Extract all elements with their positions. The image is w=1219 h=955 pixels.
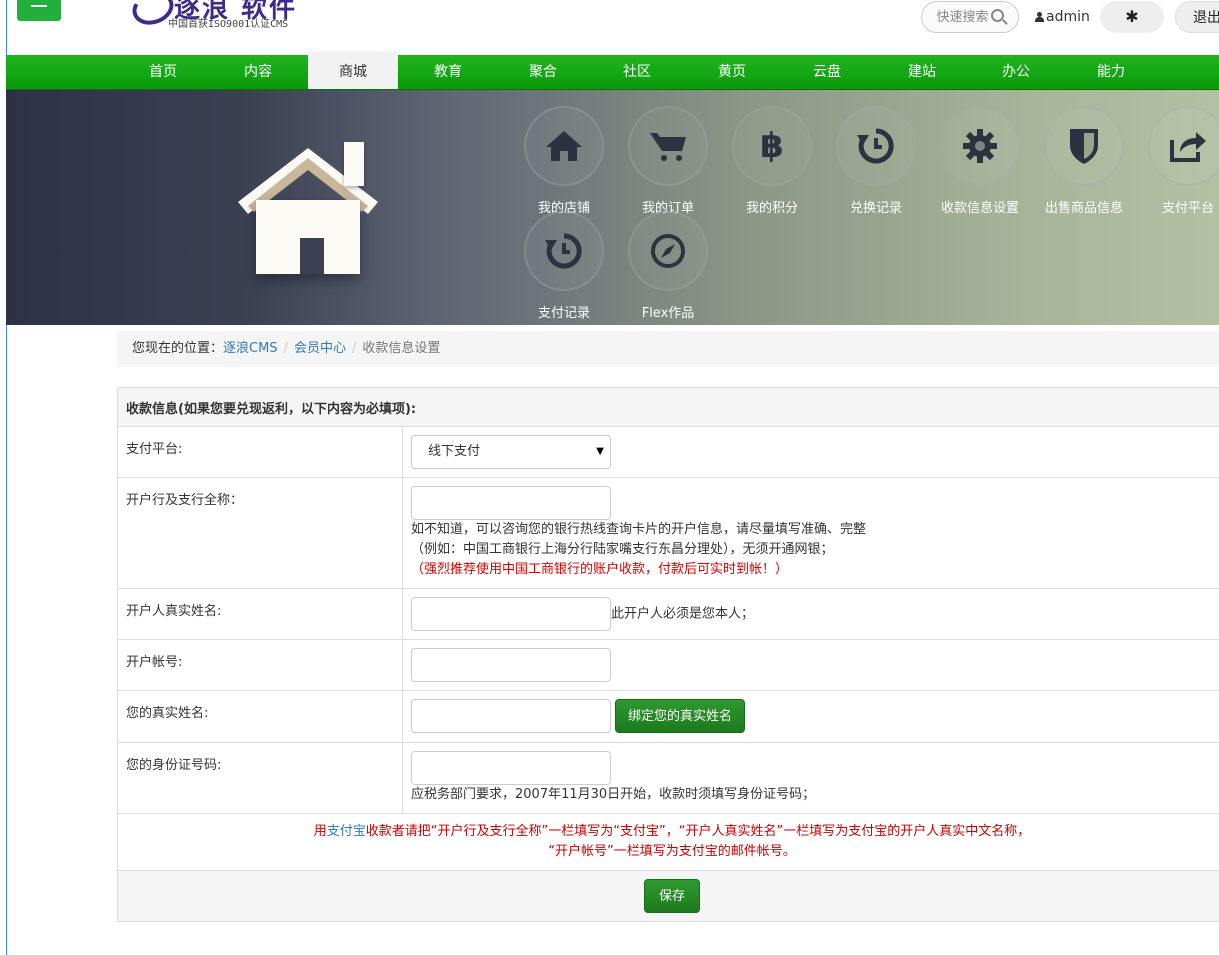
user-icon — [1035, 12, 1044, 22]
nav-item-content[interactable]: 内容 — [213, 55, 303, 89]
banner-link-payment-history[interactable]: 支付记录 — [512, 211, 616, 321]
banner-label: 收款信息设置 — [940, 201, 1019, 216]
banner-label: 支付记录 — [537, 306, 590, 321]
nav-item-site-builder[interactable]: 建站 — [877, 55, 967, 89]
bitcoin-icon: ฿ — [732, 106, 812, 186]
banner-label: 出售商品信息 — [1044, 201, 1123, 216]
banner-link-sell-products[interactable]: 出售商品信息 — [1032, 106, 1136, 216]
home-icon — [524, 106, 604, 186]
banner-label: 我的积分 — [745, 201, 798, 216]
logo-subtitle: 中国首获ISO9001认证CMS — [168, 19, 289, 30]
gear-icon: ✱ — [1125, 7, 1139, 26]
alipay-note-part-2: 收款者请把“开户行及支行全称”一栏填写为“支付宝”，“开户人真实姓名”一栏填写为… — [365, 824, 1031, 839]
member-banner: 我的店铺 我的订单 ฿ 我的积分 兑换记录 收款信息设置 出售商品信息 支付平台… — [6, 90, 1219, 325]
banner-link-exchange-history[interactable]: 兑换记录 — [824, 106, 928, 216]
breadcrumb: 您现在的位置：逐浪CMS / 会员中心 / 收款信息设置 — [117, 331, 1219, 367]
bank-name-help-recommend: （强烈推荐使用中国工商银行的账户收款，付款后可实时到帐！） — [411, 562, 789, 577]
real-name-input[interactable] — [411, 699, 611, 733]
breadcrumb-current: 收款信息设置 — [362, 341, 441, 356]
save-button[interactable]: 保存 — [643, 879, 700, 913]
bank-name-input[interactable] — [411, 486, 611, 520]
nav-item-office[interactable]: 办公 — [971, 55, 1061, 89]
nav-item-yellowpages[interactable]: 黄页 — [687, 55, 777, 89]
banner-label: 兑换记录 — [849, 201, 902, 216]
id-number-label: 您的身份证号码: — [117, 742, 403, 814]
form-section-title: 收款信息(如果您要兑现返利，以下内容为必填项): — [117, 387, 1219, 427]
banner-link-flex-works[interactable]: Flex作品 — [616, 211, 720, 321]
alipay-note: 用支付宝收款者请把“开户行及支行全称”一栏填写为“支付宝”，“开户人真实姓名”一… — [117, 813, 1219, 871]
account-holder-input[interactable] — [411, 597, 611, 631]
username: admin — [1046, 9, 1090, 25]
alipay-link[interactable]: 支付宝 — [327, 824, 366, 839]
bind-real-name-button[interactable]: 绑定您的真实姓名 — [615, 699, 746, 733]
dropdown-arrow-icon: ▼ — [596, 446, 604, 457]
nav-item-aggregate[interactable]: 聚合 — [498, 55, 588, 89]
menu-toggle-button[interactable] — [17, 0, 61, 21]
hamburger-icon — [31, 5, 47, 7]
payment-platform-label: 支付平台: — [117, 426, 403, 478]
shield-icon — [1044, 106, 1124, 186]
house-illustration — [228, 140, 388, 280]
banner-link-payment-platform[interactable]: 支付平台 — [1136, 106, 1219, 216]
banner-link-my-orders[interactable]: 我的订单 — [616, 106, 720, 216]
alipay-note-part-1: 用 — [313, 824, 327, 839]
gear-icon — [940, 106, 1020, 186]
account-number-label: 开户帐号: — [117, 639, 403, 691]
id-number-help: 应税务部门要求，2007年11月30日开始，收款时须填写身份证号码； — [411, 787, 816, 802]
history-icon — [524, 211, 604, 291]
account-holder-label: 开户人真实姓名: — [117, 588, 403, 640]
banner-link-my-points[interactable]: ฿ 我的积分 — [720, 106, 824, 216]
payment-platform-selected: 线下支付 — [428, 444, 481, 459]
banner-label: 支付平台 — [1161, 201, 1214, 216]
banner-label: Flex作品 — [641, 306, 695, 321]
nav-item-cloud-disk[interactable]: 云盘 — [782, 55, 872, 89]
user-menu[interactable]: admin — [1035, 9, 1090, 25]
breadcrumb-prefix: 您现在的位置： — [132, 341, 224, 356]
nav-item-education[interactable]: 教育 — [403, 55, 493, 89]
alipay-note-line-2: “开户帐号”一栏填写为支付宝的邮件帐号。 — [548, 844, 796, 859]
breadcrumb-link-home[interactable]: 逐浪CMS — [223, 341, 278, 356]
banner-link-payment-settings[interactable]: 收款信息设置 — [928, 106, 1032, 216]
compass-icon — [628, 211, 708, 291]
save-row: 保存 — [117, 870, 1219, 922]
cart-icon — [628, 106, 708, 186]
payment-info-form: 收款信息(如果您要兑现返利，以下内容为必填项): 支付平台: 线下支付 ▼ 开户… — [117, 387, 1219, 922]
main-nav: 首页 内容 商城 教育 聚合 社区 黄页 云盘 建站 办公 能力 — [6, 51, 1219, 90]
account-number-input[interactable] — [411, 648, 611, 682]
account-holder-help: 此开户人必须是您本人； — [611, 606, 755, 622]
nav-item-community[interactable]: 社区 — [592, 55, 682, 89]
breadcrumb-separator: / — [283, 341, 288, 356]
quick-search-label: 快速搜索 — [936, 10, 989, 25]
settings-button[interactable]: ✱ — [1100, 1, 1164, 33]
id-number-input[interactable] — [411, 751, 611, 785]
nav-item-shop[interactable]: 商城 — [308, 51, 398, 89]
banner-link-my-store[interactable]: 我的店铺 — [512, 106, 616, 216]
breadcrumb-separator: / — [351, 341, 357, 356]
real-name-label: 您的真实姓名: — [117, 690, 403, 743]
bank-name-label: 开户行及支行全称： — [117, 477, 403, 589]
logout-button[interactable]: 退出 — [1175, 1, 1219, 33]
payment-platform-select[interactable]: 线下支付 ▼ — [411, 435, 611, 469]
breadcrumb-link-member-center[interactable]: 会员中心 — [294, 341, 346, 356]
nav-item-home[interactable]: 首页 — [118, 55, 208, 89]
quick-search-button[interactable]: 快速搜索 — [921, 1, 1019, 33]
search-icon — [990, 9, 1004, 22]
history-icon — [836, 106, 916, 186]
share-icon — [1148, 106, 1219, 186]
bank-name-help-1: 如不知道，可以咨询您的银行热线查询卡片的开户信息，请尽量填写准确、完整 — [411, 522, 867, 537]
nav-item-ability[interactable]: 能力 — [1066, 55, 1156, 89]
bank-name-help-2: （例如：中国工商银行上海分行陆家嘴支行东昌分理处），无须开通网银； — [411, 542, 834, 557]
